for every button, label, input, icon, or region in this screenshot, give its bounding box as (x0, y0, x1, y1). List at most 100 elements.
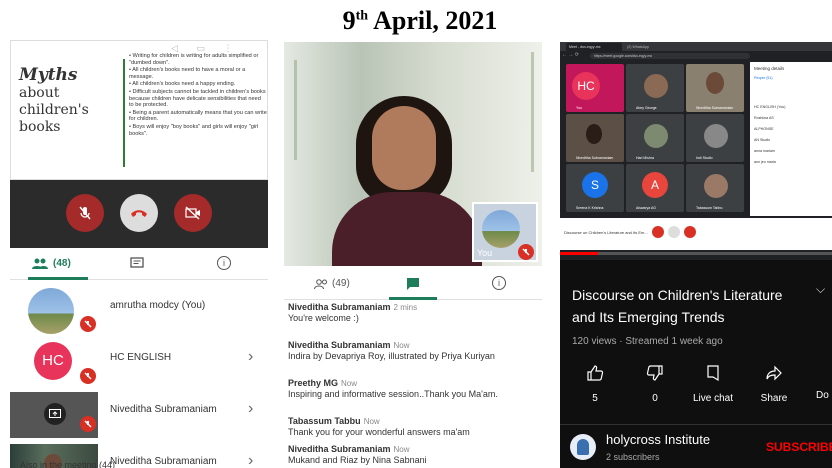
hang-up-button[interactable] (120, 194, 158, 232)
participant-row[interactable]: HC HC ENGLISH › (10, 334, 268, 386)
person-item[interactable]: AN Studio (754, 135, 785, 146)
tab-people[interactable]: (49) (314, 278, 350, 289)
tab-people[interactable]: (48) (32, 258, 71, 269)
share-button[interactable]: Share (754, 364, 794, 404)
tile-label: Niveditha Subramaniam (576, 156, 614, 160)
person-item[interactable]: Roshima AS (754, 113, 785, 124)
youtube-video-info: Discourse on Children's Literature and I… (560, 260, 832, 468)
chevron-right-icon[interactable]: › (248, 400, 253, 418)
share-label: Share (760, 393, 788, 404)
video-tile: HC You (566, 64, 624, 112)
person-item[interactable]: HC ENGLISH (You) (754, 102, 785, 113)
self-view-tile[interactable]: You (472, 202, 538, 262)
channel-name[interactable]: holycross Institute (606, 432, 710, 447)
participant-row[interactable]: amrutha modcy (You) (10, 282, 268, 334)
people-count: (49) (332, 278, 350, 289)
slide-title-line: children's (19, 102, 89, 118)
dislike-button[interactable]: 0 (640, 364, 670, 404)
avatar: HC (34, 342, 72, 380)
tab-chat[interactable] (406, 277, 420, 295)
date-heading: 9th April, 2021 (300, 6, 540, 36)
meeting-side-panel: Meeting details People (51) HC ENGLISH (… (750, 62, 832, 216)
muted-icon (80, 316, 96, 332)
person-item[interactable]: ALPHONSE (754, 124, 785, 135)
avatar (644, 74, 668, 98)
url-field[interactable]: https://meet.google.com/dsx-eqyy-mx (590, 52, 750, 59)
subscribe-button[interactable]: SUBSCRIBE (766, 440, 832, 454)
video-tile: S Sreena K Krishna (566, 164, 624, 212)
tile-label: Sreena K Krishna (576, 206, 604, 210)
browser-tab[interactable]: Meet - dsx-eqyy-mx (566, 43, 622, 51)
message-author: Preethy MG (288, 378, 339, 388)
tab-info[interactable]: i (217, 256, 231, 270)
person-item[interactable]: ann jeu maria (754, 157, 785, 168)
self-label: You (477, 248, 493, 258)
slide-title-line: books (19, 119, 61, 135)
camera-off-icon (185, 206, 200, 220)
download-label[interactable]: Do (816, 390, 829, 401)
browser-tab[interactable]: (2) WhatsApp (624, 43, 668, 51)
hang-up-button[interactable] (668, 226, 680, 238)
like-button[interactable]: 5 (580, 364, 610, 404)
date-rest: April, 2021 (373, 6, 498, 35)
tab-people[interactable]: People (51) (754, 76, 773, 80)
slide-title: Myths about children's books (19, 65, 119, 136)
tab-info[interactable]: i (492, 276, 506, 290)
mic-off-button[interactable] (652, 226, 664, 238)
message-author: Tabassum Tabbu (288, 416, 361, 426)
meeting-title: Discourse on Children's Literature and I… (564, 230, 648, 235)
person-item[interactable]: anna mariam (754, 146, 785, 157)
slide-bullets: Writing for children is writing for adul… (129, 53, 267, 138)
slide-bullet: All children's books need a happy ending… (129, 81, 267, 88)
chat-messages: Niveditha Subramaniam 2 mins You're welco… (284, 302, 542, 468)
message-author: Niveditha Subramaniam (288, 340, 391, 350)
slide-bullet: Boys will enjoy "boy books" and girls wi… (129, 124, 267, 137)
avatar (28, 288, 74, 334)
date-suffix: th (355, 8, 369, 24)
message-time: Now (393, 445, 410, 454)
participant-row[interactable]: Niveditha Subramaniam › (10, 386, 268, 438)
chevron-right-icon[interactable]: › (248, 348, 253, 366)
video-tile: A Aiswarya AG (626, 164, 684, 212)
mic-off-button[interactable] (66, 194, 104, 232)
info-icon: i (498, 278, 500, 288)
plant-shape (484, 52, 534, 172)
dislike-count: 0 (652, 393, 658, 404)
message-author: Niveditha Subramaniam (288, 302, 391, 312)
meet-tabs: (48) i (10, 250, 268, 280)
avatar: A (642, 172, 668, 198)
tab-chat[interactable] (130, 257, 144, 275)
avatar (644, 124, 668, 148)
tile-label: Aiswarya AG (636, 206, 657, 210)
expand-chevron-icon[interactable]: ⌵ (816, 282, 825, 297)
people-icon (32, 258, 48, 269)
camera-off-button[interactable] (174, 194, 212, 232)
camera-off-button[interactable] (684, 226, 696, 238)
video-progress-track[interactable] (560, 252, 832, 255)
speaker-video: You (284, 42, 542, 266)
avatar: HC (572, 72, 600, 100)
chevron-right-icon[interactable]: › (248, 452, 253, 468)
avatar (10, 392, 98, 438)
live-chat-label: Live chat (692, 393, 734, 404)
muted-icon (80, 416, 96, 432)
plant-shape (294, 60, 334, 160)
meet-bottom-bar: Discourse on Children's Literature and I… (560, 218, 832, 250)
muted-icon (518, 244, 534, 260)
message-text: Indira by Devapriya Roy, illustrated by … (288, 351, 495, 361)
hang-up-icon (131, 210, 147, 217)
tile-label: Tabassum Tabbu (696, 206, 723, 210)
nav-arrows-icon[interactable]: ← → ⟳ (562, 52, 579, 58)
tab-bar: Meet - dsx-eqyy-mx (2) WhatsApp (560, 42, 832, 51)
avatar: S (582, 172, 608, 198)
mic-off-icon (79, 206, 91, 220)
chat-message: Niveditha Subramaniam Now Mukand and Riaz… (288, 444, 542, 466)
meet-mobile-panel: ◁ ▭ ⋮ Myths about children's books Writi… (10, 40, 268, 468)
channel-avatar[interactable] (570, 434, 596, 460)
like-count: 5 (592, 393, 598, 404)
tile-label: Niveditha Subramaniam (696, 106, 734, 110)
video-tile: Indi Studio (686, 114, 744, 162)
avatar (706, 72, 724, 94)
live-chat-button[interactable]: Live chat (688, 364, 738, 404)
tile-label: Abey George (636, 106, 657, 110)
